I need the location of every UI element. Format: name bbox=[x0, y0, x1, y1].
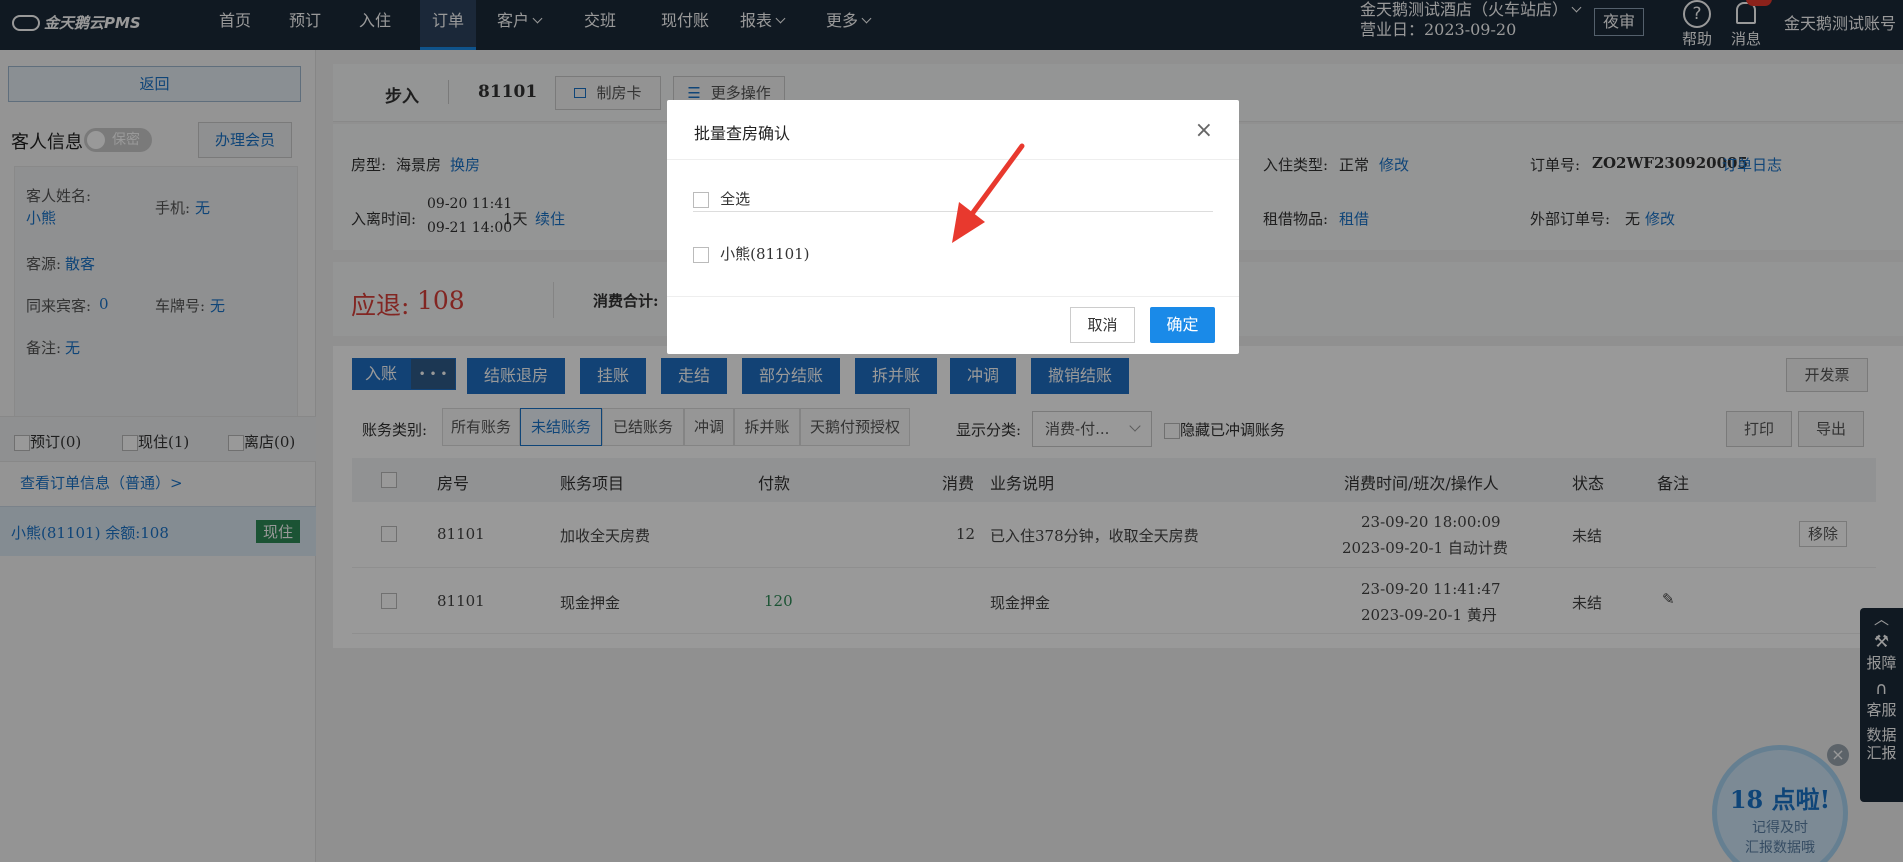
checkbox-icon bbox=[693, 191, 709, 208]
close-icon[interactable]: × bbox=[1195, 118, 1213, 143]
guest-option-checkbox[interactable]: 小熊(81101) bbox=[693, 243, 810, 264]
annotation-arrow bbox=[952, 143, 1025, 243]
dialog-footer: 取消 确定 bbox=[667, 296, 1239, 354]
batch-checkroom-dialog: 批量查房确认 × 全选 小熊(81101) 取消 确定 bbox=[667, 100, 1239, 354]
checkbox-icon bbox=[693, 246, 709, 263]
confirm-button[interactable]: 确定 bbox=[1150, 307, 1215, 343]
cancel-button[interactable]: 取消 bbox=[1070, 307, 1135, 343]
